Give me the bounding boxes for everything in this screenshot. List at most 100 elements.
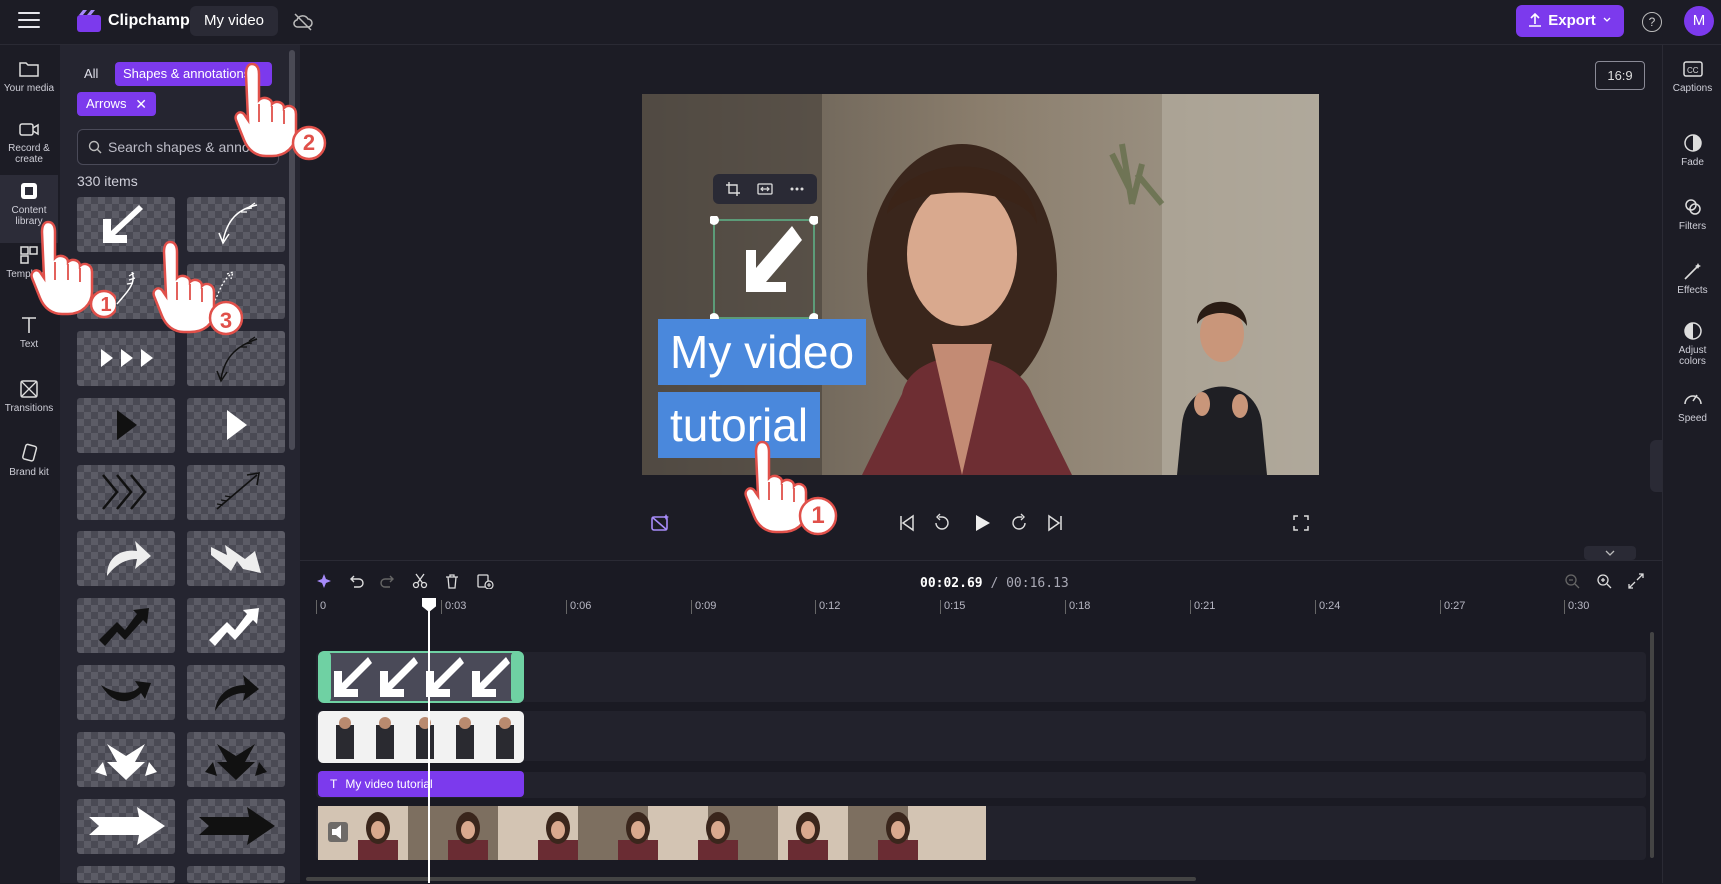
arrow-tile[interactable] — [77, 665, 175, 720]
rewind-5-icon[interactable] — [932, 513, 952, 533]
rail-captions[interactable]: CC Captions — [1663, 59, 1721, 94]
cloud-off-icon — [293, 13, 313, 31]
step-marker: 3 — [219, 308, 233, 333]
ruler-tick: 0 — [316, 600, 326, 614]
arrow-shape-icon — [101, 681, 151, 702]
chevron-down-icon — [1603, 17, 1611, 22]
collapse-right-panel-button[interactable] — [1650, 440, 1662, 492]
arrow-tile[interactable] — [77, 866, 175, 883]
skip-forward-icon[interactable] — [1046, 514, 1064, 532]
more-options-icon[interactable] — [789, 181, 805, 197]
arrow-tile[interactable] — [77, 598, 175, 653]
rail-your-media[interactable]: Your media — [0, 59, 58, 94]
arrow-tile[interactable] — [187, 531, 285, 586]
rail-brand-kit[interactable]: Brand kit — [0, 443, 58, 478]
arrow-tile[interactable] — [77, 799, 175, 854]
fullscreen-icon[interactable] — [1292, 514, 1310, 532]
zoom-out-icon[interactable] — [1564, 573, 1580, 589]
arrow-tile[interactable] — [77, 398, 175, 453]
menu-icon[interactable] — [18, 12, 40, 30]
scissors-icon[interactable] — [412, 573, 428, 589]
video-title-field[interactable]: My video — [190, 6, 279, 36]
playhead[interactable] — [428, 602, 430, 883]
top-bar: Clipchamp My video Export ? M — [0, 0, 1721, 45]
arrow-shape-icon — [216, 336, 258, 383]
arrow-tile[interactable] — [187, 732, 285, 787]
sparkle-icon[interactable] — [316, 573, 332, 589]
svg-text:CC: CC — [1687, 66, 1699, 75]
content-library-icon — [21, 183, 37, 199]
filter-all[interactable]: All — [80, 62, 102, 86]
arrow-tile[interactable] — [187, 398, 285, 453]
title-line-1[interactable]: My video — [658, 319, 867, 385]
fit-icon[interactable] — [757, 181, 773, 197]
arrow-tile[interactable] — [77, 465, 175, 520]
fit-timeline-icon[interactable] — [1628, 573, 1644, 589]
redo-icon[interactable] — [380, 573, 396, 589]
duplicate-icon[interactable] — [476, 573, 494, 589]
arrow-tile[interactable] — [187, 465, 285, 520]
arrow-shape-icon — [95, 744, 157, 780]
arrow-tile[interactable] — [187, 598, 285, 653]
trash-icon[interactable] — [444, 573, 460, 589]
arrow-tile[interactable] — [77, 331, 175, 386]
timeline-scrollbar-horizontal[interactable] — [306, 877, 1196, 881]
fade-icon — [1683, 134, 1702, 152]
ruler-tick: 0:03 — [441, 600, 466, 614]
selected-arrow-sticker[interactable] — [710, 216, 818, 322]
crop-icon[interactable] — [725, 181, 741, 197]
rail-label: Captions — [1672, 83, 1713, 94]
text-clip-label: My video tutorial — [345, 777, 433, 791]
ruler-tick: 0:09 — [691, 600, 716, 614]
item-count: 330 items — [77, 173, 138, 189]
video-clip[interactable] — [318, 806, 986, 860]
arrow-tile[interactable] — [77, 531, 175, 586]
step-marker: 2 — [302, 130, 316, 155]
adjust-colors-icon — [1683, 322, 1702, 340]
brand-kit-icon — [22, 443, 38, 462]
arrow-shape-icon — [216, 472, 260, 510]
undo-icon[interactable] — [348, 573, 364, 589]
rail-speed[interactable]: Speed — [1663, 389, 1721, 424]
arrow-shape-icon — [209, 608, 259, 646]
rail-adjust-colors[interactable]: Adjust colors — [1663, 321, 1721, 367]
zoom-in-icon[interactable] — [1596, 573, 1612, 589]
magic-edit-icon[interactable] — [649, 512, 671, 534]
arrow-shape-icon — [107, 541, 151, 576]
folder-icon — [19, 62, 39, 77]
filter-arrows-chip[interactable]: Arrows ✕ — [77, 92, 156, 116]
close-icon[interactable]: ✕ — [135, 92, 147, 116]
rail-filters[interactable]: Filters — [1663, 197, 1721, 232]
rail-label: Adjust colors — [1678, 345, 1707, 367]
arrow-tile[interactable] — [187, 331, 285, 386]
text-clip[interactable]: T My video tutorial — [318, 771, 524, 797]
step-marker: 1 — [811, 502, 825, 529]
arrow-tile[interactable] — [187, 866, 285, 883]
avatar[interactable]: M — [1684, 6, 1714, 36]
arrow-tile[interactable] — [187, 665, 285, 720]
rail-record-create[interactable]: Record & create — [0, 119, 58, 165]
aspect-ratio-button[interactable]: 16:9 — [1595, 61, 1645, 90]
clipchamp-logo — [77, 10, 101, 32]
arrow-shape-icon — [99, 608, 149, 646]
collapse-timeline-icon[interactable] — [1584, 546, 1636, 560]
search-icon — [88, 140, 102, 154]
rail-transitions[interactable]: Transitions — [0, 379, 58, 414]
time-ruler[interactable]: 0 0:03 0:06 0:09 0:12 0:15 0:18 0:21 0:2… — [316, 600, 1646, 622]
rail-effects[interactable]: Effects — [1663, 261, 1721, 296]
arrow-shape-icon — [199, 807, 275, 845]
timeline-scrollbar-vertical[interactable] — [1650, 632, 1654, 858]
forward-5-icon[interactable] — [1009, 513, 1029, 533]
arrow-tile[interactable] — [187, 799, 285, 854]
video-camera-icon — [19, 123, 39, 136]
export-button[interactable]: Export — [1516, 5, 1624, 37]
avatar-clip[interactable] — [318, 711, 524, 763]
skip-back-icon[interactable] — [898, 514, 916, 532]
current-time: 00:02.69 — [920, 576, 983, 591]
arrow-clip[interactable] — [318, 651, 524, 703]
arrow-tile[interactable] — [77, 732, 175, 787]
app-name: Clipchamp — [108, 12, 190, 29]
play-icon[interactable] — [971, 512, 993, 534]
rail-fade[interactable]: Fade — [1663, 133, 1721, 168]
help-icon[interactable]: ? — [1642, 12, 1662, 32]
